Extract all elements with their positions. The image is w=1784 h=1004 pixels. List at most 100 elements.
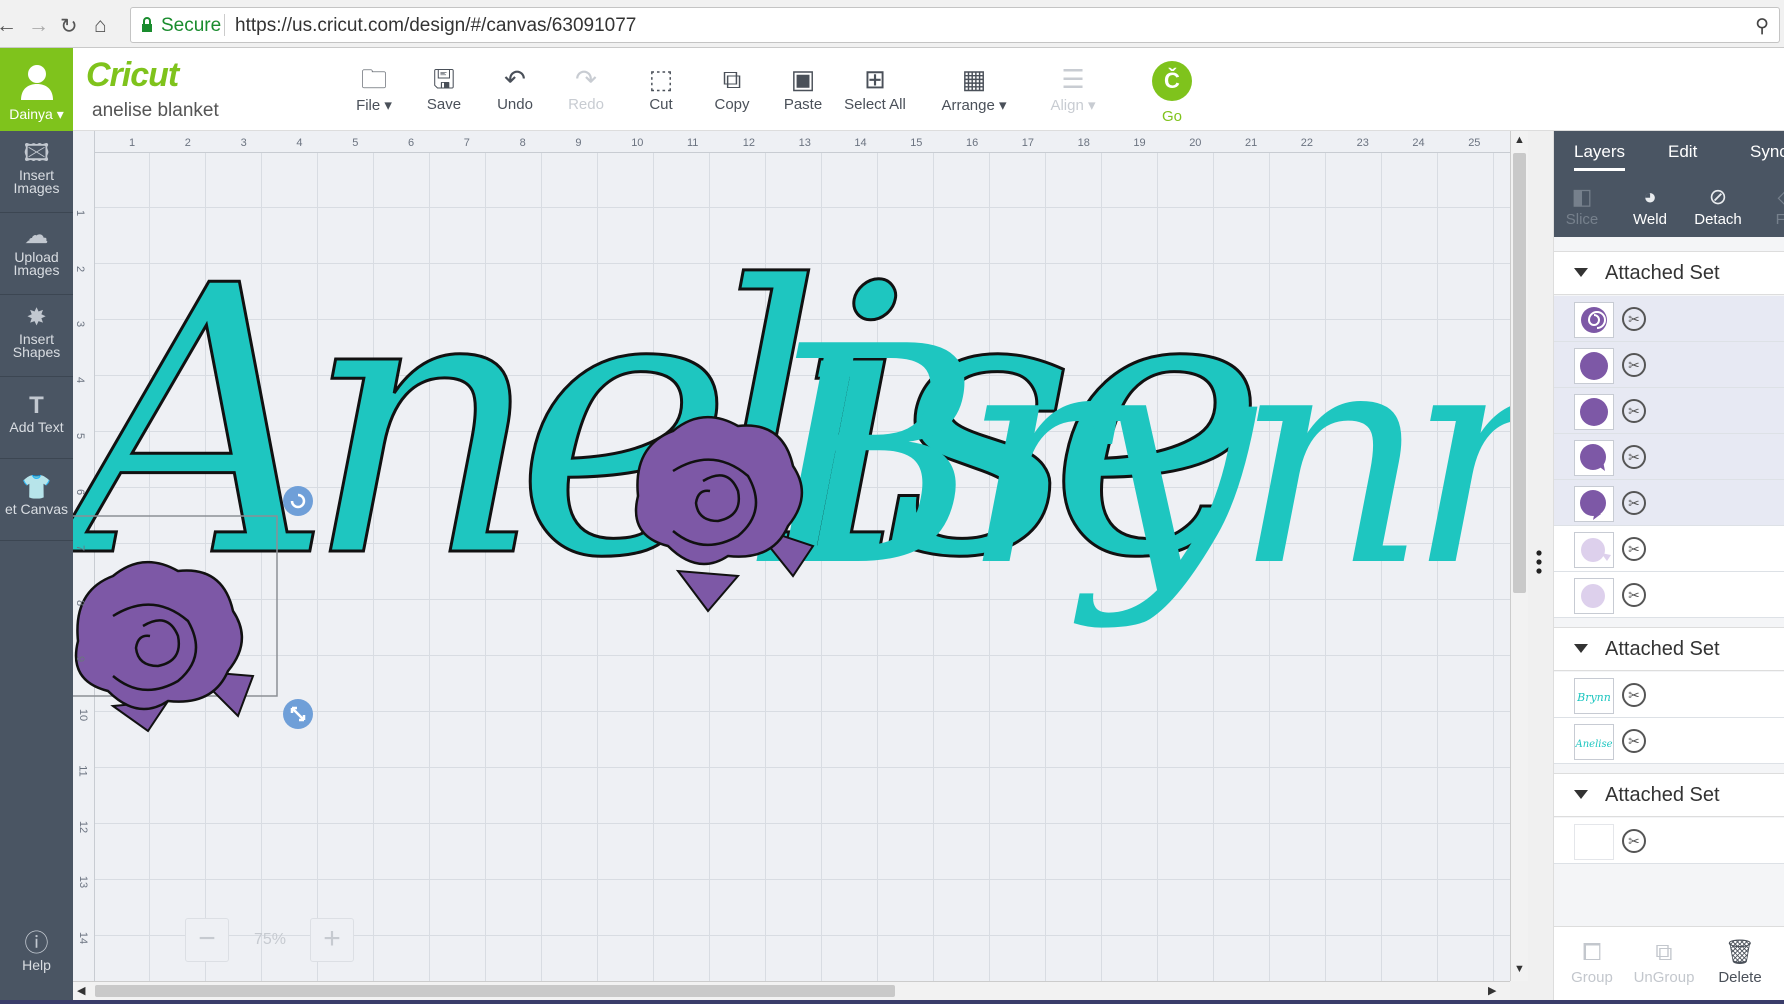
insert-images-button[interactable]: 🖾 Insert Images <box>0 131 73 213</box>
scroll-up-icon[interactable]: ▲ <box>1514 134 1525 146</box>
save-icon: 🖫 <box>432 64 456 94</box>
cloud-upload-icon: ☁ <box>24 222 49 249</box>
cut-button[interactable]: ⬚ Cut <box>621 62 701 113</box>
layer-row[interactable]: ✂ <box>1554 526 1784 572</box>
ruler-left-tick: 6 <box>74 488 87 495</box>
layer-row[interactable]: ✂ <box>1554 480 1784 526</box>
zoom-in-button[interactable]: + <box>310 918 354 962</box>
layer-row[interactable]: Brynn ✂ <box>1554 672 1784 718</box>
ruler-top-tick: 14 <box>854 137 867 149</box>
panel-resize-handle-icon[interactable] <box>1536 550 1542 574</box>
add-text-button[interactable]: T Add Text <box>0 377 73 459</box>
collapse-icon[interactable] <box>1574 644 1588 653</box>
detach-button[interactable]: ⊘ Detach <box>1683 183 1753 228</box>
vertical-scroll-thumb[interactable] <box>1513 153 1526 593</box>
tab-sync[interactable]: Sync <box>1750 142 1784 162</box>
scissors-icon[interactable]: ✂ <box>1622 445 1646 469</box>
url-text[interactable]: https://us.cricut.com/design/#/canvas/63… <box>235 15 636 37</box>
layer-row[interactable]: ✂ <box>1554 818 1784 864</box>
panel-tabs: Layers Edit Sync <box>1554 131 1784 175</box>
layer-row[interactable]: ✂ <box>1554 388 1784 434</box>
home-icon[interactable]: ⌂ <box>94 14 107 38</box>
ruler-top-tick: 19 <box>1133 137 1146 149</box>
vertical-scrollbar[interactable]: ▲ ▼ <box>1510 131 1528 981</box>
copy-button[interactable]: ⧉ Copy <box>692 62 772 113</box>
attached-set-header[interactable]: Attached Set <box>1554 251 1784 295</box>
attached-set-header[interactable]: Attached Set <box>1554 627 1784 671</box>
flatten-icon: ◇ <box>1751 183 1784 211</box>
paste-button[interactable]: ▣ Paste <box>763 62 843 113</box>
align-button[interactable]: ☰ Align ▾ <box>1033 62 1113 114</box>
scroll-down-icon[interactable]: ▼ <box>1514 963 1525 975</box>
select-all-icon: ⊞ <box>864 64 886 94</box>
help-button[interactable]: ⓘ Help <box>0 921 73 997</box>
shirt-icon: 👕 <box>21 474 52 501</box>
go-label[interactable]: Go <box>1140 108 1204 125</box>
scissors-icon[interactable]: ✂ <box>1622 829 1646 853</box>
scissors-icon[interactable]: ✂ <box>1622 353 1646 377</box>
undo-icon: ↶ <box>504 64 526 94</box>
flatten-button[interactable]: ◇Fla <box>1751 183 1784 228</box>
zoom-out-button[interactable]: − <box>185 918 229 962</box>
layers-panel: Layers Edit Sync ◧Slice ◕Weld ⊘Detach ◇F… <box>1553 131 1784 1000</box>
horizontal-scrollbar[interactable]: ◀ ▶ <box>73 981 1510 1000</box>
ruler-top-tick: 23 <box>1356 137 1369 149</box>
go-button[interactable]: Č <box>1152 61 1192 101</box>
zoom-icon[interactable]: ⚲ <box>1755 15 1769 38</box>
upload-images-button[interactable]: ☁ Upload Images <box>0 213 73 295</box>
resize-handle[interactable] <box>283 699 313 729</box>
rotate-handle[interactable] <box>283 486 313 516</box>
ruler-left-tick: 3 <box>74 321 87 328</box>
ungroup-button[interactable]: ⧉ UnGroup <box>1626 937 1702 986</box>
ruler-top-tick: 11 <box>687 137 699 149</box>
canvas-artwork[interactable]: Anelise Brynn <box>73 131 1510 981</box>
scissors-icon[interactable]: ✂ <box>1622 683 1646 707</box>
delete-button[interactable]: 🗑 Delete <box>1702 937 1778 986</box>
back-icon[interactable]: ← <box>0 14 17 38</box>
weld-button[interactable]: ◕ Weld <box>1615 183 1685 228</box>
scroll-left-icon[interactable]: ◀ <box>77 984 85 997</box>
zoom-level: 75% <box>253 931 287 948</box>
horizontal-scroll-thumb[interactable] <box>95 985 895 997</box>
layer-row[interactable]: ✂ <box>1554 296 1784 342</box>
collapse-icon[interactable] <box>1574 268 1588 277</box>
layer-row[interactable]: ✂ <box>1554 342 1784 388</box>
scissors-icon[interactable]: ✂ <box>1622 729 1646 753</box>
layer-row[interactable]: ✂ <box>1554 572 1784 618</box>
save-button[interactable]: 🖫 Save <box>404 62 484 113</box>
forward-icon[interactable]: → <box>28 14 49 38</box>
tab-edit[interactable]: Edit <box>1668 142 1697 162</box>
insert-shapes-button[interactable]: ✸ Insert Shapes <box>0 295 73 377</box>
group-button[interactable]: ⧠ Group <box>1554 937 1630 986</box>
ruler-left-tick: 10 <box>77 708 90 722</box>
scissors-icon[interactable]: ✂ <box>1622 399 1646 423</box>
set-canvas-button[interactable]: 👕 et Canvas <box>0 459 73 541</box>
image-icon: 🖾 <box>23 140 50 167</box>
reload-icon[interactable]: ↻ <box>60 14 78 39</box>
address-bar[interactable]: Secure https://us.cricut.com/design/#/ca… <box>130 7 1780 43</box>
ruler-left-tick: 9 <box>74 656 87 663</box>
scissors-icon[interactable]: ✂ <box>1622 583 1646 607</box>
file-button[interactable]: 🗀 File ▾ <box>334 62 414 114</box>
scissors-icon[interactable]: ✂ <box>1622 307 1646 331</box>
user-menu[interactable]: Dainya ▾ <box>0 48 73 131</box>
undo-button[interactable]: ↶ Undo <box>475 62 555 113</box>
scissors-icon[interactable]: ✂ <box>1622 491 1646 515</box>
scissors-icon[interactable]: ✂ <box>1622 537 1646 561</box>
redo-button[interactable]: ↷ Redo <box>546 62 626 113</box>
layer-row[interactable]: Anelise ✂ <box>1554 718 1784 764</box>
layer-row[interactable]: ✂ <box>1554 434 1784 480</box>
arrange-button[interactable]: ▦ Arrange ▾ <box>932 62 1016 114</box>
ruler-top-tick: 7 <box>463 137 470 149</box>
tab-layers[interactable]: Layers <box>1574 142 1626 171</box>
slice-icon: ◧ <box>1571 184 1593 209</box>
select-all-button[interactable]: ⊞ Select All <box>834 62 916 113</box>
slice-button[interactable]: ◧ Slice <box>1554 183 1617 228</box>
user-name: Dainya ▾ <box>9 106 64 122</box>
collapse-icon[interactable] <box>1574 790 1588 799</box>
scroll-right-icon[interactable]: ▶ <box>1488 984 1496 997</box>
secure-label: Secure <box>161 15 222 36</box>
folder-icon: 🗀 <box>360 64 387 94</box>
brynn-text[interactable]: Brynn <box>756 283 1510 632</box>
attached-set-header[interactable]: Attached Set <box>1554 773 1784 817</box>
